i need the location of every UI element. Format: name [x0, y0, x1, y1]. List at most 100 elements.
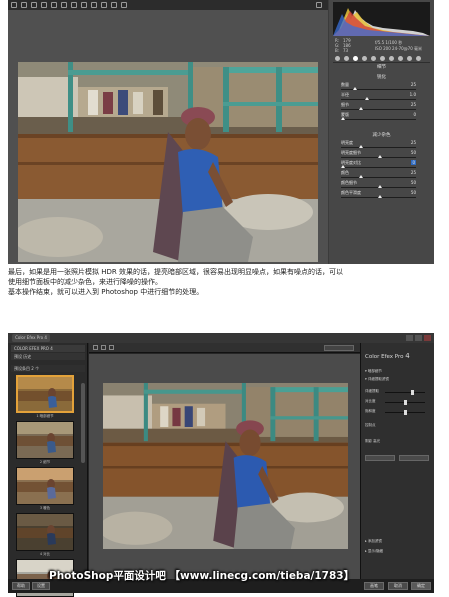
slider-track[interactable] — [341, 107, 416, 110]
color-sampler-icon[interactable] — [41, 2, 47, 8]
filter-slider-knob[interactable] — [403, 410, 407, 415]
preview-canvas[interactable] — [8, 10, 328, 264]
single-view-icon[interactable] — [93, 345, 98, 350]
show-hide-row[interactable]: ▸ 显示/隐藏 — [365, 549, 431, 554]
minimize-button[interactable] — [406, 335, 413, 341]
control-points-label: 控制点 — [365, 423, 376, 427]
sidebar-tabs[interactable]: 预设 历史 — [11, 353, 85, 360]
preset-thumbnail[interactable] — [16, 375, 74, 413]
app-tab[interactable]: Color Efex Pro 4 — [12, 334, 50, 342]
presets-tab-icon[interactable] — [407, 56, 412, 61]
hsl-tab-icon[interactable] — [362, 56, 367, 61]
hand-tool-icon[interactable] — [21, 2, 27, 8]
presets-sidebar: COLOR EFEX PRO 4 预设 历史 预设条目 2 个 1 暗部细节 2 … — [8, 343, 88, 597]
slider-label: 半径 — [341, 92, 349, 97]
view-toolbar — [89, 343, 360, 353]
filter-row-2[interactable]: ▾ 详细提取滤镜 — [365, 377, 431, 382]
slider-value[interactable]: 0 — [413, 112, 416, 117]
filter-slider-track[interactable] — [385, 410, 425, 415]
filter-slider-track[interactable] — [385, 390, 425, 395]
settings-button[interactable]: 设置 — [32, 582, 50, 590]
filter-control-panel: Color Efex Pro 4 ▾ 暗部细节 ▾ 详细提取滤镜 详细提取 对比度… — [360, 343, 434, 579]
camera-calibration-tab-icon[interactable] — [398, 56, 403, 61]
slider-track[interactable] — [341, 195, 416, 198]
filter-row-1[interactable]: ▾ 暗部细节 — [365, 369, 431, 374]
split-toning-tab-icon[interactable] — [371, 56, 376, 61]
tone-curve-tab-icon[interactable] — [344, 56, 349, 61]
spot-removal-icon[interactable] — [71, 2, 77, 8]
fullscreen-icon[interactable] — [316, 2, 322, 8]
side-by-side-icon[interactable] — [109, 345, 114, 350]
slider-track[interactable] — [341, 175, 416, 178]
filter-slider-knob[interactable] — [410, 390, 414, 395]
snapshots-tab-icon[interactable] — [416, 56, 421, 61]
slider-value[interactable]: 25 — [411, 82, 416, 87]
adjustment-brush-icon[interactable] — [91, 2, 97, 8]
lens-tab-icon[interactable] — [380, 56, 385, 61]
split-view-icon[interactable] — [101, 345, 106, 350]
crop-tool-icon[interactable] — [51, 2, 57, 8]
brush-button[interactable]: 画笔 — [364, 582, 384, 590]
cancel-button[interactable]: 取消 — [388, 582, 408, 590]
detail-tab-icon[interactable] — [353, 56, 358, 61]
slider-value[interactable]: 50 — [411, 180, 416, 185]
filter-slider-track[interactable] — [385, 400, 425, 405]
basic-tab-icon[interactable] — [335, 56, 340, 61]
preset-thumbnail-label: 2 细节 — [39, 460, 51, 464]
slider-value[interactable]: 25 — [411, 102, 416, 107]
slider-knob[interactable] — [341, 117, 345, 120]
help-button[interactable]: 帮助 — [12, 582, 30, 590]
straighten-tool-icon[interactable] — [61, 2, 67, 8]
slider-track[interactable] — [341, 97, 416, 100]
slider-value[interactable]: 50 — [411, 150, 416, 155]
slider-knob[interactable] — [365, 97, 370, 100]
preset-thumbnail[interactable] — [16, 513, 74, 551]
slider-knob[interactable] — [341, 165, 345, 168]
noise-reduction-title: 减少杂色 — [372, 133, 391, 138]
slider-knob[interactable] — [359, 145, 364, 148]
add-control-point-button[interactable] — [365, 455, 395, 461]
preset-thumbnail[interactable] — [16, 421, 74, 459]
slider-knob[interactable] — [377, 155, 382, 158]
effects-tab-icon[interactable] — [389, 56, 394, 61]
slider-track[interactable] — [341, 87, 416, 90]
sidebar-scrollbar[interactable] — [81, 383, 85, 463]
maximize-button[interactable] — [415, 335, 422, 341]
slider-value[interactable]: 0 — [411, 160, 416, 165]
pixel-readout: R: 179 G: 186 B: 73 f/5.5 1/100 秒 ISO 20… — [333, 37, 430, 53]
background-dropdown[interactable] — [324, 345, 354, 351]
remove-control-point-button[interactable] — [399, 455, 429, 461]
slider-value[interactable]: 1.0 — [410, 92, 416, 97]
slider-knob[interactable] — [359, 175, 364, 178]
white-balance-tool-icon[interactable] — [31, 2, 37, 8]
slider-label: 细节 — [341, 102, 349, 107]
readout-exposure: f/5.5 1/100 秒 — [375, 40, 403, 45]
slider-knob[interactable] — [359, 107, 364, 110]
preset-thumbnail[interactable] — [16, 467, 74, 505]
zoom-tool-icon[interactable] — [11, 2, 17, 8]
preferences-icon[interactable] — [111, 2, 117, 8]
slider-value[interactable]: 25 — [411, 140, 416, 145]
ok-button[interactable]: 确定 — [411, 582, 431, 590]
red-eye-icon[interactable] — [81, 2, 87, 8]
slider-track[interactable] — [341, 117, 416, 120]
readout-b-label: B: — [335, 48, 340, 53]
rotate-icon[interactable] — [121, 2, 127, 8]
preset-group-label[interactable]: 预设条目 2 个 — [11, 365, 85, 372]
close-button[interactable] — [424, 335, 431, 341]
detail-panel-title: 细节 — [377, 65, 386, 70]
paragraph-line-3: 基本操作结束，就可以进入到 Photoshop 中进行细节的处理。 — [8, 288, 204, 296]
slider-knob[interactable] — [377, 195, 382, 198]
slider-track[interactable] — [341, 185, 416, 188]
slider-track[interactable] — [341, 145, 416, 148]
graduated-filter-icon[interactable] — [101, 2, 107, 8]
slider-track[interactable] — [341, 155, 416, 158]
slider-knob[interactable] — [353, 87, 358, 90]
slider-track[interactable] — [341, 165, 416, 168]
slider-value[interactable]: 25 — [411, 170, 416, 175]
add-filter-row[interactable]: ▸ 添加滤镜 — [365, 539, 431, 544]
color-efex-canvas[interactable] — [89, 354, 360, 579]
slider-value[interactable]: 50 — [411, 190, 416, 195]
filter-slider-knob[interactable] — [403, 400, 407, 405]
slider-knob[interactable] — [377, 185, 382, 188]
